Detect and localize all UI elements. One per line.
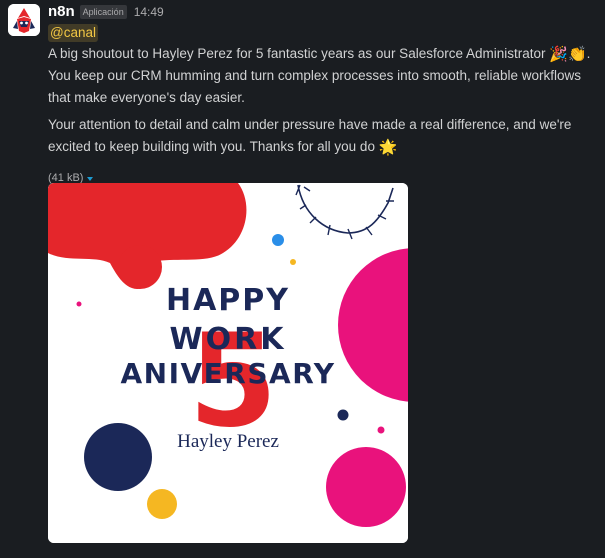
image-title-aniversary: ANIVERSARY (120, 357, 336, 390)
message-paragraph-2: Your attention to detail and calm under … (48, 114, 593, 158)
n8n-logo-icon (8, 4, 40, 36)
paragraph-1-text: A big shoutout to Hayley Perez for 5 fan… (48, 46, 546, 61)
image-title-happy: HAPPY (165, 283, 291, 318)
paragraph-1-rest: You keep our CRM humming and turn comple… (48, 68, 581, 105)
app-badge: Aplicación (79, 5, 127, 19)
paragraph-1-end: . (586, 46, 591, 61)
image-name: Hayley Perez (177, 431, 279, 452)
star-emoji[interactable]: 🌟 (379, 140, 398, 156)
party-clap-emoji[interactable]: 🎉👏 (549, 47, 586, 63)
image-title-work: WORK (169, 322, 287, 357)
caret-down-icon[interactable] (87, 176, 94, 181)
avatar[interactable] (8, 4, 40, 36)
message-paragraph-1: A big shoutout to Hayley Perez for 5 fan… (48, 43, 593, 109)
mention-line: @canal (48, 24, 598, 42)
timestamp[interactable]: 14:49 (134, 4, 164, 20)
message-content: n8n Aplicación 14:49 @canal A big shouto… (48, 4, 598, 186)
paragraph-2-text: Your attention to detail and calm under … (48, 117, 572, 154)
sender-name[interactable]: n8n (48, 4, 75, 20)
chat-message: n8n Aplicación 14:49 @canal A big shouto… (0, 0, 605, 558)
channel-mention[interactable]: @canal (48, 24, 98, 42)
message-header: n8n Aplicación 14:49 (48, 4, 598, 20)
anniversary-image[interactable]: 5 HAPPY WORK ANIVERSARY Hayley Perez (48, 183, 408, 543)
